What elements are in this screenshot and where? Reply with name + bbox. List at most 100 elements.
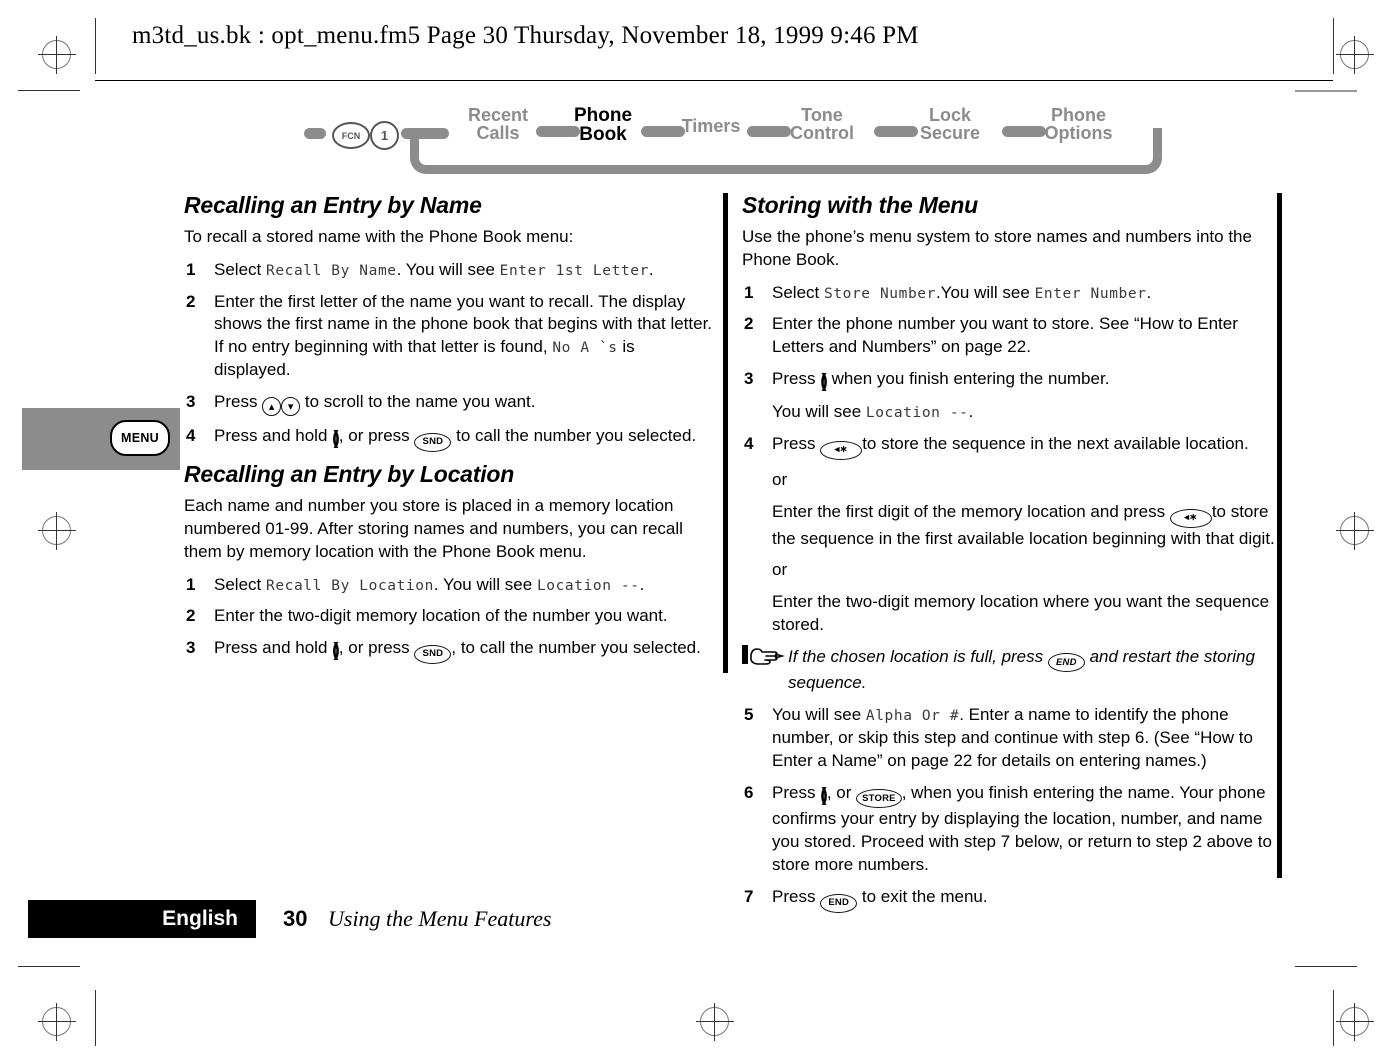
section-heading-recall-by-name: Recalling an Entry by Name	[184, 192, 482, 218]
up-arrow-key-icon[interactable]: ▴	[262, 397, 282, 417]
crop-line-top-left-horizontal	[18, 90, 80, 91]
nav-item-line2: Calls	[476, 123, 520, 143]
registration-mark-top-left	[38, 36, 76, 74]
regmark-hline	[38, 1021, 76, 1022]
nav-item-timers[interactable]: Timers	[666, 117, 756, 135]
select-key-icon[interactable]: ()	[332, 426, 339, 451]
lcd-display-text: No A `s	[552, 340, 618, 357]
regmark-hline	[38, 54, 76, 55]
footer-language-label: English	[162, 907, 238, 930]
end-key-icon[interactable]: END	[820, 893, 858, 913]
nav-item-line2: Book	[579, 124, 627, 145]
page-header-text: m3td_us.bk : opt_menu.fm5 Page 30 Thursd…	[132, 22, 919, 49]
steps-recall-by-name: 1 Select Recall By Name. You will see Ent…	[184, 259, 714, 453]
lcd-display-text: Enter Number	[1034, 285, 1147, 302]
step-text: Select Store Number.You will see Enter N…	[772, 282, 1152, 302]
footer-chapter-title: Using the Menu Features	[328, 906, 552, 931]
star-key-icon[interactable]: ◂∗	[820, 440, 863, 460]
footer-page-number: 30	[283, 906, 308, 931]
registration-mark-top-right	[1336, 36, 1374, 74]
select-key-icon[interactable]: ()	[332, 638, 339, 663]
regmark-vline	[1354, 1003, 1355, 1041]
step-number: 2	[186, 291, 196, 311]
step-text: You will see Alpha Or #. Enter a name to…	[772, 705, 1253, 770]
lcd-display-text: Alpha Or #	[865, 708, 960, 725]
nav-item-line2: Options	[1044, 123, 1113, 143]
step-text: Enter the phone number you want to store…	[772, 314, 1238, 357]
digit-one-key-label: 1	[380, 128, 389, 143]
step-text: Press and hold (), or press SND, to call…	[214, 638, 701, 665]
step-number: 3	[744, 368, 754, 388]
step-text: Press END to exit the menu.	[772, 887, 988, 913]
step-number: 6	[744, 782, 754, 802]
nav-item-lock-secure[interactable]: Lock Secure	[900, 106, 1000, 142]
or-alternative-text: Enter the first digit of the memory loca…	[772, 501, 1275, 548]
step-item: 5 You will see Alpha Or #. Enter a name t…	[742, 704, 1282, 772]
step-number: 5	[744, 705, 754, 725]
digit-one-key-icon[interactable]: 1	[370, 121, 399, 150]
step-item: 4 Press and hold (), or press SND to call…	[184, 425, 714, 453]
step-number: 4	[744, 434, 754, 454]
lcd-display-text: Recall By Location	[265, 577, 434, 594]
steps-storing-with-menu: 1 Select Store Number.You will see Enter …	[742, 282, 1282, 460]
step-item: 7 Press END to exit the menu.	[742, 886, 1282, 913]
note-callout: If the chosen location is full, press EN…	[742, 644, 1282, 696]
registration-mark-bottom-left	[38, 1003, 76, 1041]
nav-item-line2: Secure	[919, 123, 981, 143]
menu-breadcrumb-nav: FCN 1 Recent Calls Phone Book Timers Ton…	[300, 100, 1180, 180]
step-number: 1	[186, 574, 196, 594]
nav-item-phone-options[interactable]: Phone Options	[1026, 106, 1131, 142]
section-heading-recall-by-location: Recalling an Entry by Location	[184, 461, 515, 488]
star-key-icon[interactable]: ◂∗	[1169, 508, 1212, 528]
lcd-display-text: Recall By Name	[265, 262, 397, 279]
down-arrow-key-icon[interactable]: ▾	[281, 397, 301, 417]
regmark-vline	[56, 1003, 57, 1041]
step-number: 2	[744, 314, 754, 334]
step-number: 3	[186, 638, 196, 658]
step-text: Select Recall By Location. You will see …	[214, 574, 645, 594]
crop-line-top-left-vertical	[95, 18, 96, 74]
right-column: Storing with the Menu Use the phone’s me…	[742, 192, 1282, 922]
fcn-key-label: FCN	[341, 130, 361, 141]
registration-mark-mid-left	[38, 512, 76, 550]
step-continuation-text: You will see Location --.	[772, 402, 974, 422]
nav-item-recent-calls[interactable]: Recent Calls	[452, 106, 544, 142]
regmark-hline	[1336, 530, 1374, 531]
step-item: 1 Select Store Number.You will see Enter …	[742, 282, 1282, 305]
select-key-icon[interactable]: ()	[820, 369, 827, 394]
nav-item-line1: Phone	[573, 105, 633, 126]
store-key-icon[interactable]: STORE	[856, 789, 902, 809]
step-item: 2 Enter the two-digit memory location of …	[184, 605, 714, 628]
registration-mark-bottom-center	[696, 1003, 734, 1041]
crop-line-bottom-left-vertical	[95, 990, 96, 1046]
nav-item-line1: Tone	[801, 105, 843, 125]
nav-item-tone-control[interactable]: Tone Control	[772, 106, 872, 142]
lcd-display-text: Location --	[536, 577, 640, 594]
fcn-key-icon[interactable]: FCN	[332, 122, 370, 149]
column-divider-rule	[723, 193, 728, 673]
steps-storing-continued: 5 You will see Alpha Or #. Enter a name t…	[742, 704, 1282, 913]
step-text: Press and hold (), or press SND to call …	[214, 426, 696, 453]
nav-item-line1: Lock	[928, 105, 971, 125]
step-item: 2 Enter the first letter of the name you …	[184, 291, 714, 382]
step-item: 6 Press (), or STORE, when you finish ent…	[742, 782, 1282, 877]
crop-line-bottom-right-horizontal	[1295, 966, 1357, 967]
snd-key-icon[interactable]: SND	[414, 645, 452, 665]
section-intro: Use the phone’s menu system to store nam…	[742, 227, 1252, 269]
section-heading-storing-with-menu: Storing with the Menu	[742, 192, 978, 218]
step-text: Enter the two-digit memory location of t…	[214, 606, 668, 626]
nav-item-line1: Timers	[681, 116, 741, 136]
nav-connector-0	[304, 128, 326, 139]
step-number: 1	[744, 282, 754, 302]
end-key-icon[interactable]: END	[1047, 653, 1085, 673]
snd-key-icon[interactable]: SND	[414, 433, 452, 453]
registration-mark-bottom-right	[1336, 1003, 1374, 1041]
select-key-icon[interactable]: ()	[820, 783, 827, 808]
step-item: 1 Select Recall By Name. You will see Ent…	[184, 259, 714, 282]
lcd-display-text: Location --	[865, 405, 969, 422]
nav-item-line1: Recent	[467, 105, 529, 125]
crop-line-bottom-left-horizontal	[18, 966, 80, 967]
nav-item-phone-book[interactable]: Phone Book	[558, 106, 648, 144]
header-rule	[95, 80, 1333, 81]
steps-recall-by-location: 1 Select Recall By Location. You will see…	[184, 574, 714, 665]
